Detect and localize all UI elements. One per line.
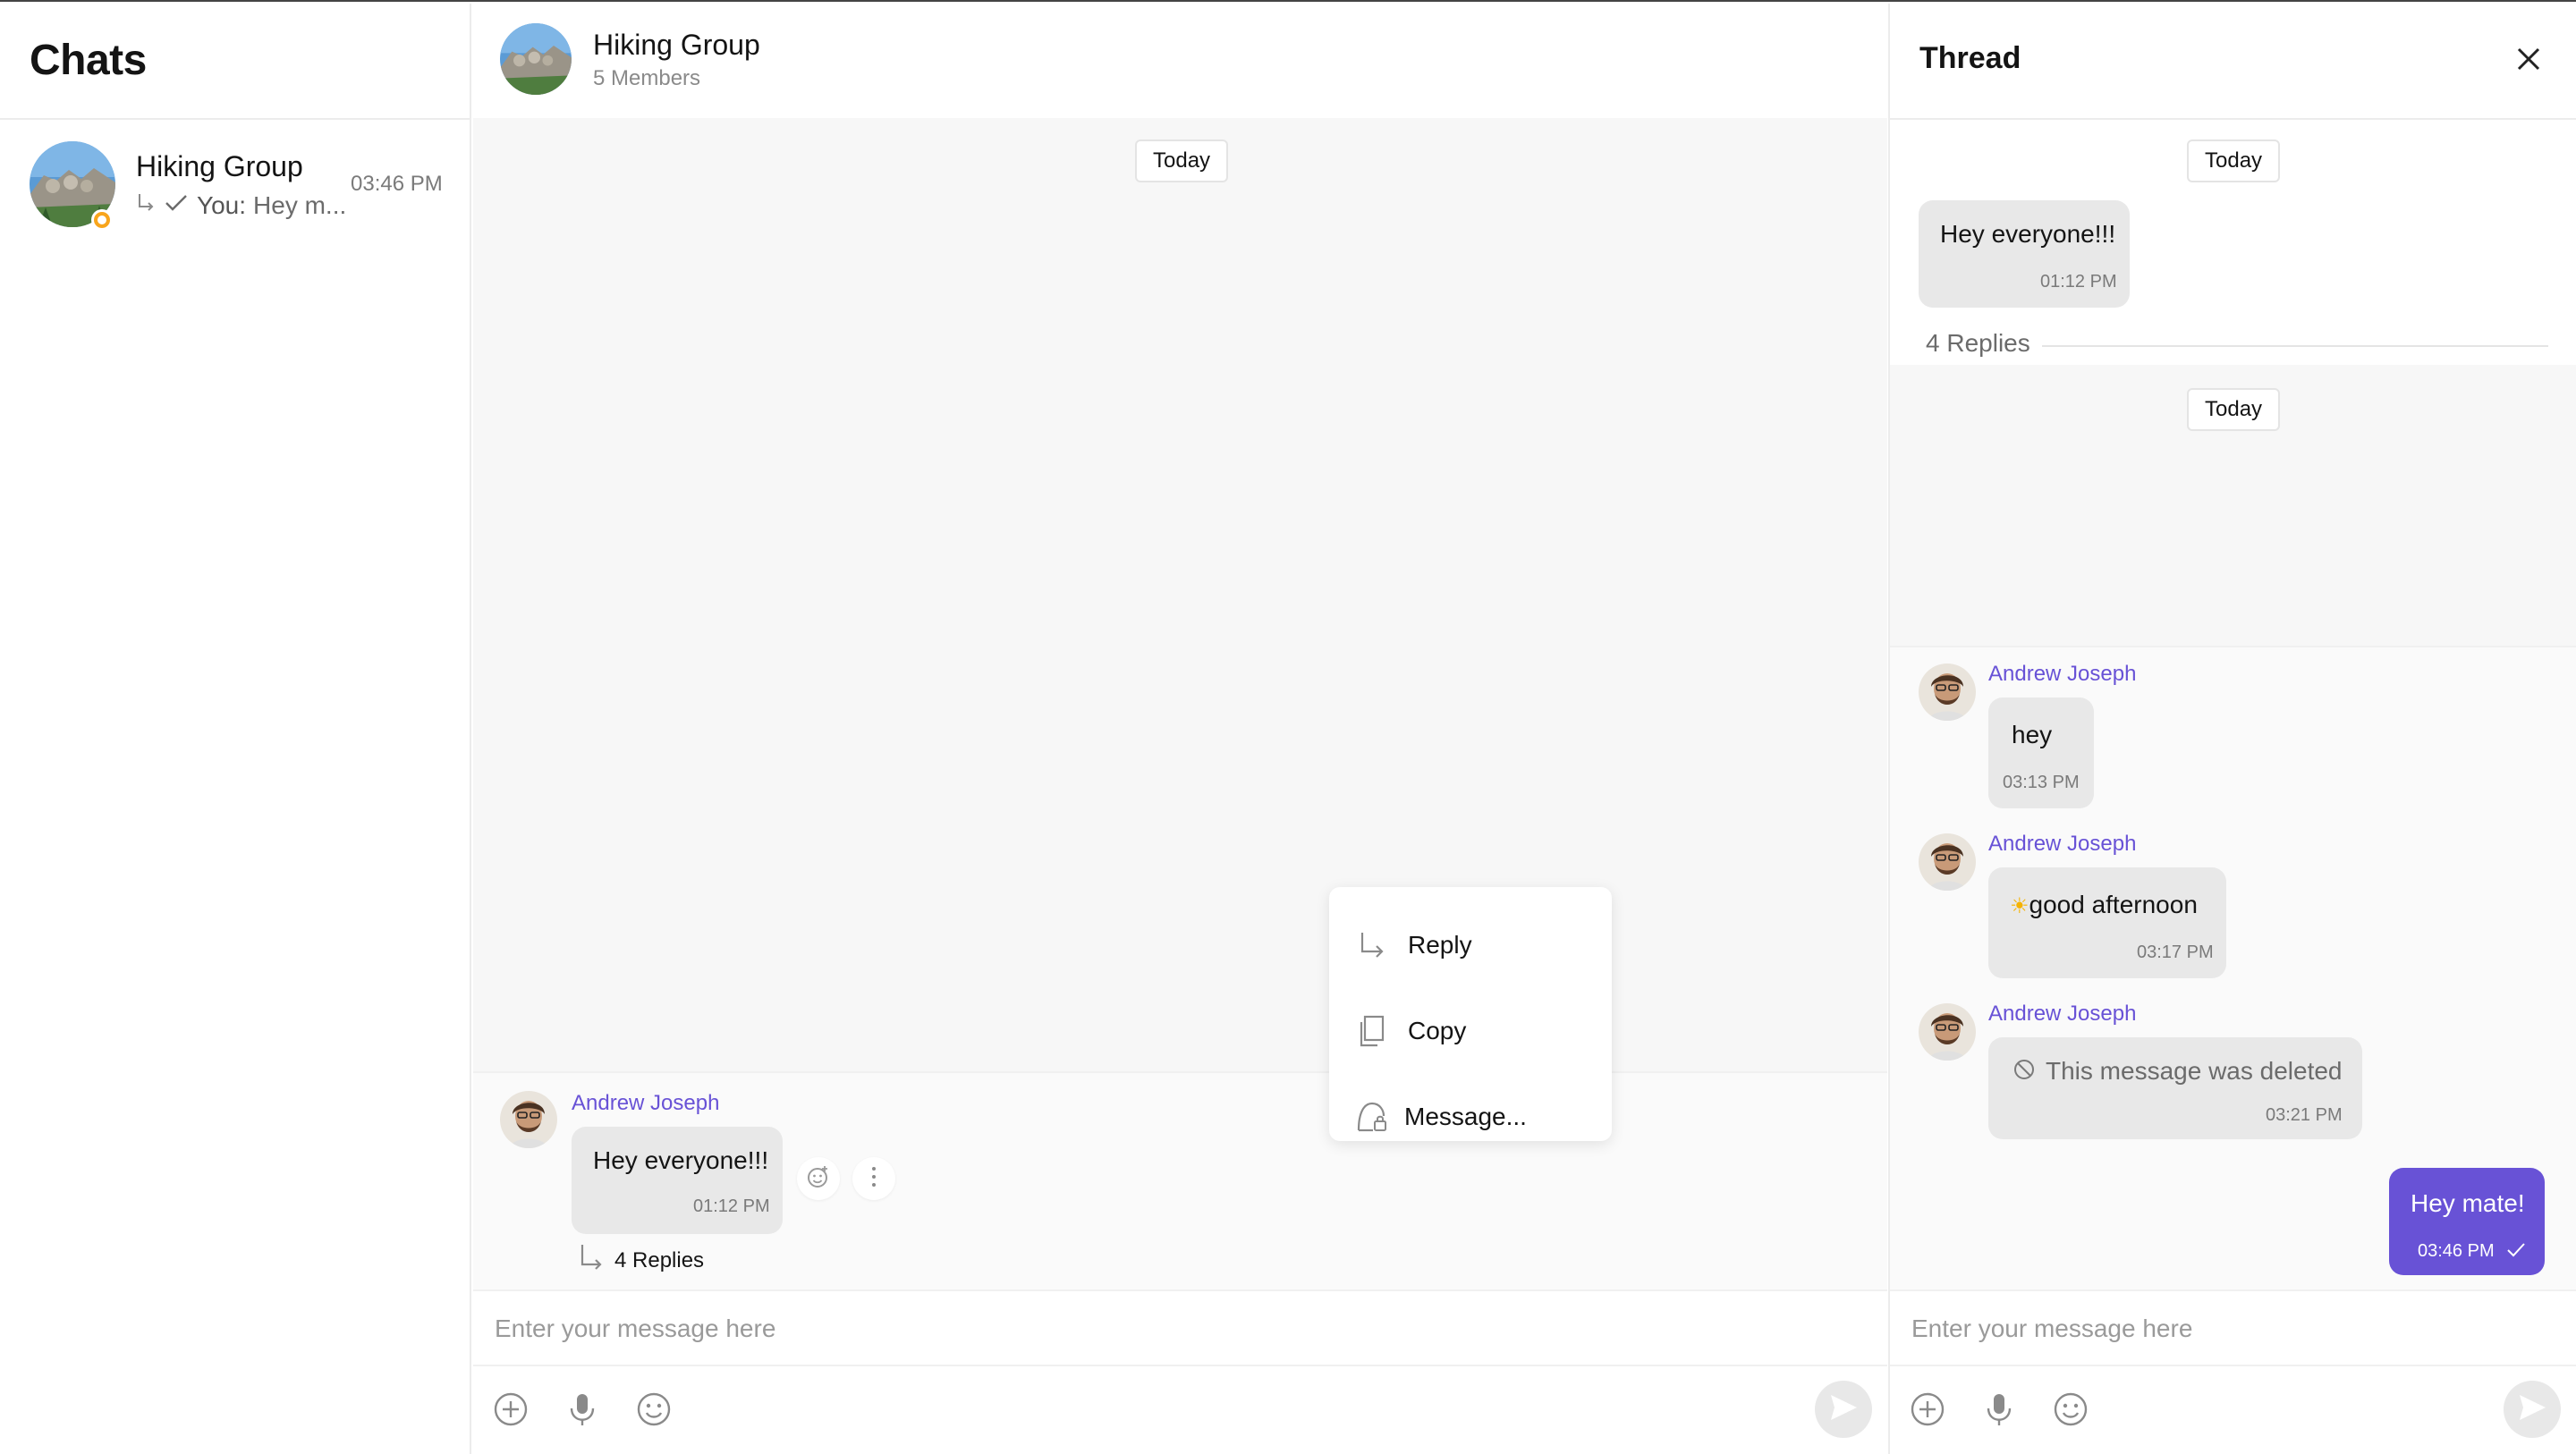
message-text: good afternoon bbox=[2029, 891, 2198, 918]
message-time: 03:17 PM bbox=[2137, 943, 2214, 962]
conversation-preview: You: Hey m... bbox=[136, 191, 346, 220]
thread-panel: Thread Today Hey everyone!!! 01:12 PM 4 … bbox=[1888, 4, 2576, 1454]
sent-check-icon bbox=[2505, 1241, 2527, 1264]
deleted-message-bubble[interactable]: This message was deleted 03:21 PM bbox=[1988, 1037, 2362, 1139]
menu-item-label: Copy bbox=[1408, 1017, 1467, 1044]
message-time: 01:12 PM bbox=[693, 1196, 770, 1216]
sidebar-title: Chats bbox=[30, 37, 147, 84]
chat-header: Hiking Group 5 Members bbox=[473, 4, 1887, 118]
chat-main-panel: Hiking Group 5 Members Today Andrew Jose… bbox=[473, 4, 1887, 1454]
sender-avatar[interactable] bbox=[1919, 664, 1976, 721]
message-time: 03:13 PM bbox=[2003, 773, 2080, 792]
reply-bubble[interactable]: ☀good afternoon 03:17 PM bbox=[1988, 867, 2226, 978]
message-text: Hey mate! bbox=[2411, 1189, 2525, 1217]
reply-bubble[interactable]: hey 03:13 PM bbox=[1988, 697, 2094, 808]
thread-parent-message: Today Hey everyone!!! 01:12 PM 4 Replies bbox=[1890, 120, 2576, 365]
thread-reply-icon bbox=[136, 191, 156, 220]
own-message-bubble[interactable]: Hey mate! 03:46 PM bbox=[2389, 1168, 2545, 1275]
message-text: hey bbox=[2012, 721, 2053, 748]
conversation-time: 03:46 PM bbox=[351, 172, 443, 196]
copy-icon bbox=[1354, 1013, 1390, 1049]
sidebar-divider bbox=[0, 118, 470, 120]
deleted-icon bbox=[2012, 1057, 2037, 1086]
preview-sender: You: bbox=[197, 191, 247, 219]
message-input[interactable] bbox=[495, 1304, 1863, 1354]
thread-reply-icon bbox=[579, 1243, 606, 1273]
message-time: 03:46 PM bbox=[2418, 1241, 2495, 1261]
message-sender: Andrew Joseph bbox=[1988, 832, 2137, 856]
replies-count: 4 Replies bbox=[1926, 329, 2030, 357]
microphone-icon bbox=[567, 1391, 597, 1432]
view-replies-link[interactable]: 4 Replies bbox=[579, 1243, 704, 1273]
menu-item-reply[interactable]: Reply bbox=[1329, 905, 1612, 985]
attach-button[interactable] bbox=[1906, 1390, 1949, 1433]
message-composer bbox=[473, 1289, 1887, 1454]
voice-record-button[interactable] bbox=[1978, 1390, 2021, 1433]
replies-divider bbox=[2042, 345, 2548, 347]
date-separator: Today bbox=[2187, 139, 2281, 182]
menu-item-message-privately[interactable]: Message... bbox=[1329, 1077, 1612, 1157]
thread-composer bbox=[1890, 1289, 2576, 1454]
emoji-button[interactable] bbox=[2049, 1390, 2092, 1433]
sent-check-icon bbox=[163, 191, 190, 220]
message-privately-icon bbox=[1354, 1099, 1390, 1135]
parent-message-bubble[interactable]: Hey everyone!!! 01:12 PM bbox=[1919, 200, 2130, 308]
message-sender: Andrew Joseph bbox=[1988, 662, 2137, 686]
sender-avatar[interactable] bbox=[1919, 833, 1976, 891]
voice-record-button[interactable] bbox=[561, 1390, 604, 1433]
member-count: 5 Members bbox=[593, 66, 701, 90]
emoji-button[interactable] bbox=[632, 1390, 675, 1433]
message-list: Today Andrew Joseph Hey everyone!!! 01:1… bbox=[473, 118, 1887, 1289]
replies-count: 4 Replies bbox=[614, 1248, 705, 1272]
menu-item-label: Message... bbox=[1404, 1103, 1527, 1130]
thread-title: Thread bbox=[1919, 41, 2021, 75]
conversation-item-hiking-group[interactable]: Hiking Group 03:46 PM You: Hey m... bbox=[0, 125, 470, 250]
thread-replies-list: Today Andrew Joseph hey 03:13 PM Andrew … bbox=[1890, 365, 2576, 1289]
add-circle-icon bbox=[1910, 1391, 1945, 1432]
message-text-wrapper: ☀good afternoon bbox=[2010, 891, 2198, 919]
add-reaction-icon bbox=[805, 1163, 832, 1195]
group-avatar[interactable] bbox=[500, 23, 572, 95]
date-separator: Today bbox=[2187, 388, 2281, 431]
conversation-name: Hiking Group bbox=[136, 150, 303, 182]
chat-title: Hiking Group bbox=[593, 29, 760, 61]
message-sender: Andrew Joseph bbox=[572, 1091, 720, 1115]
sender-avatar[interactable] bbox=[1919, 1003, 1976, 1061]
message-text: Hey everyone!!! bbox=[1940, 220, 2116, 248]
more-options-button[interactable] bbox=[852, 1157, 895, 1200]
menu-item-label: Reply bbox=[1408, 931, 1472, 959]
app-window: Chats Hiking Group 03:46 PM You: Hey m..… bbox=[0, 0, 2576, 1454]
sun-emoji: ☀ bbox=[2010, 894, 2029, 918]
chats-sidebar: Chats Hiking Group 03:46 PM You: Hey m..… bbox=[0, 4, 471, 1454]
sender-avatar[interactable] bbox=[500, 1091, 557, 1148]
send-button[interactable] bbox=[1815, 1381, 1872, 1438]
message-bubble[interactable]: Hey everyone!!! 01:12 PM bbox=[572, 1127, 783, 1234]
attach-button[interactable] bbox=[489, 1390, 532, 1433]
message-text: Hey everyone!!! bbox=[593, 1146, 769, 1174]
send-button[interactable] bbox=[2504, 1381, 2561, 1438]
send-icon bbox=[1827, 1391, 1860, 1428]
composer-divider bbox=[473, 1365, 1887, 1366]
thread-message-input[interactable] bbox=[1911, 1304, 2555, 1354]
date-separator: Today bbox=[1135, 139, 1229, 182]
emoji-icon bbox=[2053, 1391, 2089, 1432]
more-vertical-icon bbox=[869, 1165, 878, 1193]
add-circle-icon bbox=[493, 1391, 529, 1432]
message-context-menu: Reply Copy Message... bbox=[1329, 887, 1612, 1141]
composer-divider bbox=[1890, 1365, 2576, 1366]
send-icon bbox=[2516, 1391, 2548, 1428]
close-icon bbox=[2514, 45, 2543, 78]
close-thread-button[interactable] bbox=[2507, 39, 2550, 82]
message-sender: Andrew Joseph bbox=[1988, 1002, 2137, 1026]
add-reaction-button[interactable] bbox=[797, 1157, 840, 1200]
preview-text: Hey m... bbox=[253, 191, 347, 219]
microphone-icon bbox=[1984, 1391, 2014, 1432]
menu-item-copy[interactable]: Copy bbox=[1329, 991, 1612, 1071]
message-text: This message was deleted bbox=[2046, 1057, 2343, 1085]
reply-icon bbox=[1354, 927, 1390, 963]
message-time: 01:12 PM bbox=[2040, 272, 2117, 292]
message-time: 03:21 PM bbox=[2266, 1105, 2343, 1125]
status-indicator bbox=[91, 209, 113, 231]
emoji-icon bbox=[636, 1391, 672, 1432]
